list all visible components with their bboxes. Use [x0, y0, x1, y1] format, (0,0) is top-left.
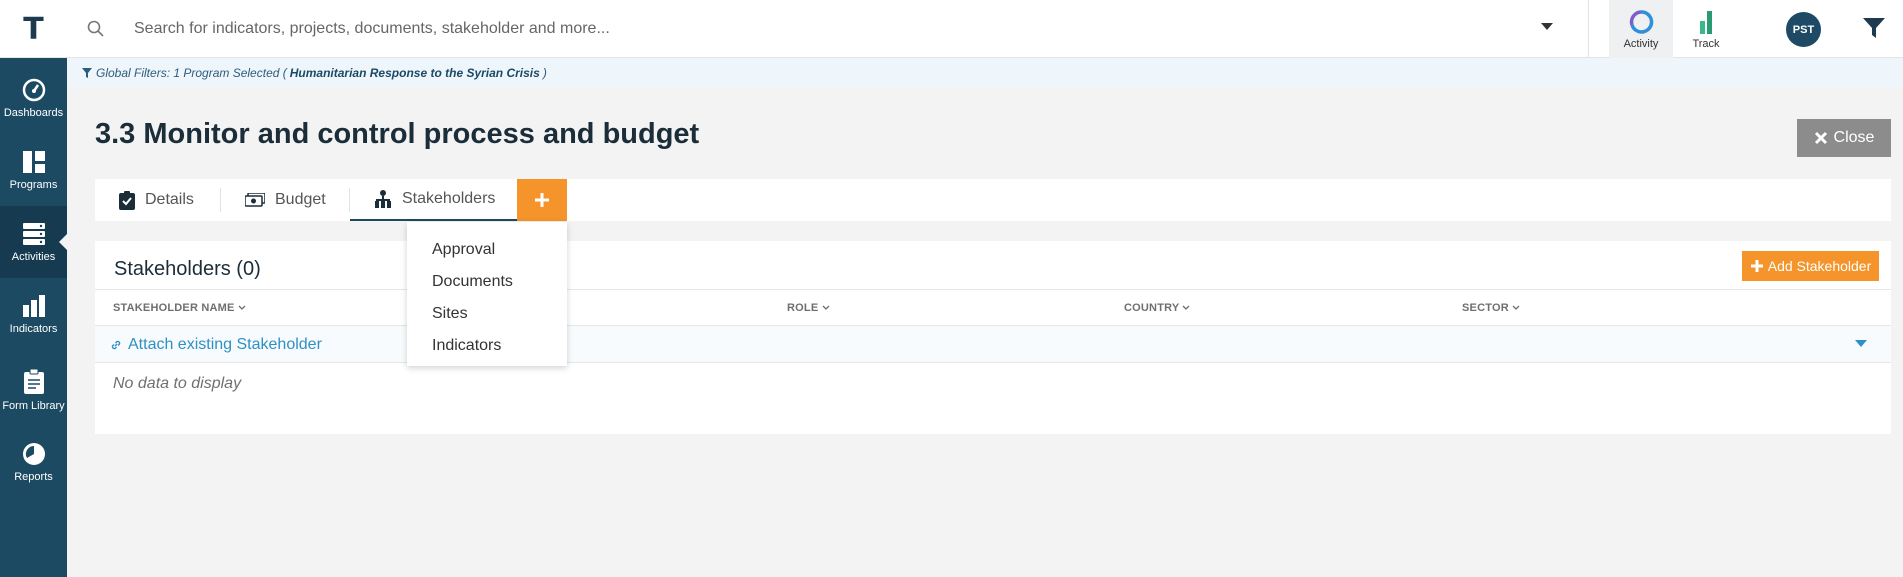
add-stakeholder-button[interactable]: Add Stakeholder	[1742, 251, 1879, 281]
add-tab-menu: Approval Documents Sites Indicators	[407, 222, 567, 366]
attach-label: Attach existing Stakeholder	[128, 336, 322, 353]
top-bar: T Activity Track PST	[0, 0, 1903, 58]
tab-label: Stakeholders	[402, 190, 496, 207]
add-stakeholder-label: Add Stakeholder	[1767, 258, 1872, 274]
column-header-sector[interactable]: SECTOR	[1462, 302, 1520, 314]
sidebar-item-indicators[interactable]: Indicators	[0, 278, 67, 350]
panel-title: Stakeholders (0)	[114, 258, 261, 280]
active-indicator	[59, 234, 67, 250]
tab-budget[interactable]: Budget	[245, 179, 326, 221]
empty-state-text: No data to display	[113, 375, 242, 392]
chevron-down-icon	[1512, 305, 1520, 310]
column-label: SECTOR	[1462, 302, 1509, 314]
tab-label: Budget	[275, 191, 326, 208]
server-icon	[22, 222, 45, 245]
global-filter-suffix: )	[542, 66, 547, 80]
attach-row: Attach existing Stakeholder	[95, 326, 1891, 363]
plus-icon	[535, 193, 549, 207]
tab-bar: Details Budget Stakeholders	[95, 179, 1891, 221]
attach-stakeholder-link[interactable]: Attach existing Stakeholder	[110, 336, 322, 354]
top-tab-activity[interactable]: Activity	[1609, 0, 1673, 58]
chevron-down-icon	[238, 305, 246, 310]
column-header-role[interactable]: ROLE	[787, 302, 830, 314]
search-input[interactable]	[134, 17, 1504, 41]
sidebar-item-dashboards[interactable]: Dashboards	[0, 62, 67, 134]
avatar[interactable]: PST	[1786, 12, 1821, 47]
search-icon	[87, 20, 104, 37]
tab-label: Details	[145, 191, 194, 208]
bar-chart-icon	[22, 294, 45, 317]
sidebar-item-label: Dashboards	[3, 106, 64, 119]
sidebar-item-activities[interactable]: Activities	[0, 206, 67, 278]
sidebar-item-reports[interactable]: Reports	[0, 426, 67, 498]
chevron-down-icon[interactable]	[1855, 340, 1867, 348]
track-icon	[1700, 11, 1712, 34]
menu-item-approval[interactable]: Approval	[407, 234, 567, 266]
column-header-country[interactable]: COUNTRY	[1124, 302, 1190, 314]
divider	[1588, 0, 1589, 58]
top-tab-label: Activity	[1623, 38, 1659, 50]
menu-item-sites[interactable]: Sites	[407, 298, 567, 330]
column-header-name[interactable]: STAKEHOLDER NAME	[113, 302, 246, 314]
app-logo[interactable]: T	[0, 0, 67, 58]
sidebar-item-label: Programs	[9, 178, 58, 191]
close-button[interactable]: Close	[1797, 119, 1891, 157]
close-icon	[1814, 131, 1827, 145]
menu-item-documents[interactable]: Documents	[407, 266, 567, 298]
clipboard-check-icon	[119, 190, 135, 210]
global-filter-prefix: Global Filters: 1 Program Selected (	[96, 66, 287, 80]
chevron-down-icon[interactable]	[1540, 22, 1554, 32]
menu-item-indicators[interactable]: Indicators	[407, 330, 567, 362]
activity-icon	[1629, 10, 1654, 34]
global-filter-program: Humanitarian Response to the Syrian Cris…	[289, 66, 540, 80]
sidebar-item-programs[interactable]: Programs	[0, 134, 67, 206]
chevron-down-icon	[822, 305, 830, 310]
tab-separator	[220, 188, 221, 212]
column-label: ROLE	[787, 302, 819, 314]
sidebar-item-label: Indicators	[9, 322, 58, 335]
chevron-down-icon	[1182, 305, 1190, 310]
column-label: STAKEHOLDER NAME	[113, 302, 235, 314]
link-icon	[111, 340, 121, 350]
global-filter-bar[interactable]: Global Filters: 1 Program Selected ( Hum…	[67, 58, 1903, 88]
grid-icon	[22, 150, 45, 173]
tab-stakeholders[interactable]: Stakeholders	[350, 179, 517, 221]
sidebar-item-label: Reports	[14, 470, 53, 483]
sidebar-item-label: Form Library	[2, 399, 65, 412]
stakeholders-panel: Stakeholders (0) Add Stakeholder STAKEHO…	[95, 241, 1891, 434]
clipboard-icon	[23, 368, 44, 394]
money-icon	[245, 193, 265, 207]
close-label: Close	[1833, 129, 1875, 146]
filter-icon[interactable]	[1862, 17, 1886, 39]
column-label: COUNTRY	[1124, 302, 1180, 314]
page-title: 3.3 Monitor and control process and budg…	[95, 118, 700, 150]
plus-icon	[1750, 260, 1763, 272]
gauge-icon	[22, 78, 45, 101]
top-tab-label: Track	[1692, 38, 1720, 50]
tab-details[interactable]: Details	[119, 179, 194, 221]
hierarchy-icon	[375, 190, 391, 208]
add-tab-button[interactable]	[517, 179, 567, 221]
sidebar-item-label: Activities	[11, 250, 56, 263]
top-tab-track[interactable]: Track	[1674, 0, 1738, 58]
table-header: STAKEHOLDER NAME ROLE COUNTRY SECTOR	[95, 289, 1891, 326]
sidebar: Dashboards Programs Activities Indicator…	[0, 58, 67, 577]
pie-chart-icon	[22, 442, 45, 465]
filter-icon	[82, 68, 92, 78]
sidebar-item-form-library[interactable]: Form Library	[0, 354, 67, 426]
